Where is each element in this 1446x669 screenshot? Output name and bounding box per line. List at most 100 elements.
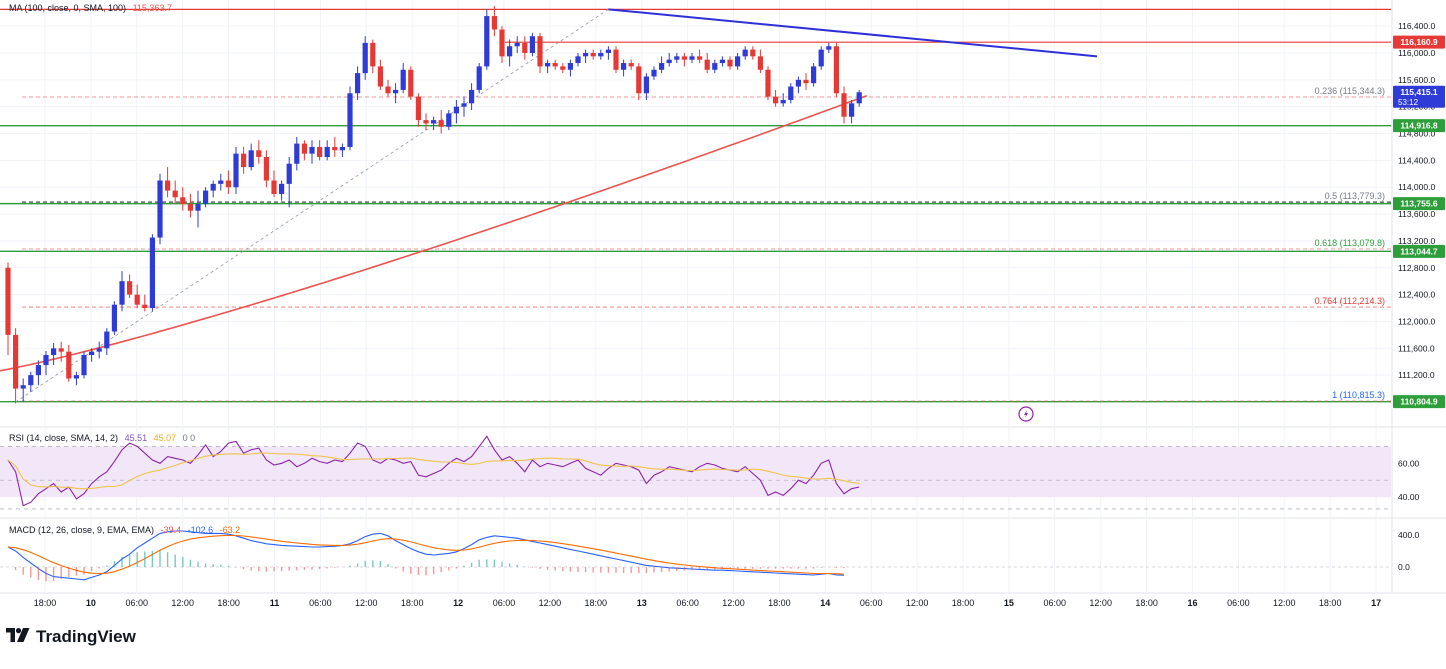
candle-body xyxy=(332,146,338,151)
candle-body xyxy=(712,63,718,70)
candle-body xyxy=(575,56,581,64)
time-tick-label: 12 xyxy=(453,598,463,608)
rsi-band xyxy=(0,446,1391,498)
candle-body xyxy=(719,59,725,64)
rsi-tick-label: 40.00 xyxy=(1398,492,1420,502)
price-tick-label: 113,600.0 xyxy=(1398,209,1435,219)
candle-body xyxy=(643,76,649,94)
price-tag-label: 114,916.8 xyxy=(1400,121,1438,131)
candle-body xyxy=(415,96,421,121)
price-tick-label: 114,000.0 xyxy=(1398,182,1435,192)
time-tick-label: 10 xyxy=(86,598,96,608)
candle-body xyxy=(377,66,383,87)
time-tick-label: 12:00 xyxy=(722,598,745,608)
candle-body xyxy=(203,190,209,204)
candle-body xyxy=(96,348,102,352)
candle-body xyxy=(666,59,672,64)
ma-legend-value: 115,363.7 xyxy=(132,3,172,13)
candle-body xyxy=(841,93,847,117)
candle-body xyxy=(484,16,490,67)
candle-body xyxy=(507,46,513,57)
candle-body xyxy=(773,96,779,104)
candle-body xyxy=(469,89,475,104)
candle-body xyxy=(499,29,505,57)
time-tick-label: 18:00 xyxy=(34,598,57,608)
chart-canvas[interactable]: 18:00 10 06:00 12:00 18:00 11 06:00 12:00 18:00 1… xyxy=(0,0,1446,664)
time-tick-label: 06:00 xyxy=(493,598,516,608)
candle-body xyxy=(309,146,315,154)
candle-body xyxy=(537,36,543,67)
candle-body xyxy=(400,69,406,90)
time-tick-label: 12:00 xyxy=(171,598,194,608)
time-tick-label: 18:00 xyxy=(401,598,424,608)
candle-body xyxy=(765,69,771,97)
candle-body xyxy=(681,56,687,60)
time-tick-label: 06:00 xyxy=(1044,598,1067,608)
candle-body xyxy=(803,79,809,84)
rsi-legend[interactable]: RSI (14, close, SMA, 14, 2) 45.51 45.07 … xyxy=(9,433,199,443)
candle-body xyxy=(408,69,414,97)
candle-body xyxy=(780,99,786,104)
time-tick-label: 18:00 xyxy=(1135,598,1158,608)
chart-root: 18:00 10 06:00 12:00 18:00 11 06:00 12:00 18:00 1… xyxy=(0,0,1446,664)
candle-body xyxy=(210,183,216,191)
candle-body xyxy=(856,92,862,104)
candle-body xyxy=(195,204,201,211)
candle-body xyxy=(385,86,391,94)
moving-average-line xyxy=(0,94,868,372)
candle-body xyxy=(757,56,763,70)
brand-name: TradingView xyxy=(36,627,136,646)
fib-level-label: 0.5 (113,779.3) xyxy=(1325,191,1385,201)
candle-body xyxy=(225,180,231,188)
time-tick-label: 12:00 xyxy=(1089,598,1112,608)
candle-body xyxy=(20,385,26,389)
time-tick-label: 18:00 xyxy=(585,598,608,608)
ma-legend[interactable]: MA (100, close, 0, SMA, 100) 115,363.7 xyxy=(9,3,176,13)
candle-body xyxy=(362,42,368,74)
time-tick-label: 14 xyxy=(820,598,830,608)
candle-body xyxy=(119,281,125,305)
candle-body xyxy=(811,66,817,84)
macd-legend[interactable]: MACD (12, 26, close, 9, EMA, EMA) -39.4 … xyxy=(9,525,244,535)
candle-body xyxy=(81,355,87,376)
candle-body xyxy=(355,73,361,94)
candle-body xyxy=(51,348,57,356)
candle-body xyxy=(317,146,323,158)
candle-body xyxy=(461,103,467,107)
candle-body xyxy=(621,63,627,70)
candle-body xyxy=(89,351,95,356)
time-tick-label: 13 xyxy=(637,598,647,608)
time-tick-label: 12:00 xyxy=(1273,598,1296,608)
candle-body xyxy=(431,120,437,124)
candle-body xyxy=(73,375,79,379)
candle-body xyxy=(529,36,535,53)
candle-body xyxy=(423,120,429,124)
candle-body xyxy=(613,49,619,70)
price-tick-label: 111,600.0 xyxy=(1398,343,1435,353)
rsi-ma-legend-value: 45.07 xyxy=(153,433,177,443)
macd-hist-legend-value: -39.4 xyxy=(160,525,182,535)
price-tick-label: 111,200.0 xyxy=(1398,370,1435,380)
candle-body xyxy=(241,153,247,168)
candle-body xyxy=(453,106,459,114)
candle-body xyxy=(659,63,665,70)
candle-body xyxy=(233,153,239,188)
candle-body xyxy=(476,66,482,90)
time-tick-label: 18:00 xyxy=(768,598,791,608)
price-tag-label: 113,755.6 xyxy=(1400,199,1438,209)
candle-body xyxy=(58,348,64,352)
candle-body xyxy=(598,52,604,57)
tradingview-brand[interactable]: TradingView xyxy=(6,627,136,647)
candle-body xyxy=(750,49,756,57)
price-tick-label: 112,000.0 xyxy=(1398,316,1435,326)
fib-level-label: 0.618 (113,079.8) xyxy=(1315,238,1385,248)
price-tick-label: 112,800.0 xyxy=(1398,263,1435,273)
candle-body xyxy=(43,355,49,366)
candle-body xyxy=(35,365,41,376)
macd-legend-label: MACD (12, 26, close, 9, EMA, EMA) xyxy=(9,525,155,535)
candle-body xyxy=(628,63,634,67)
price-tick-label: 113,200.0 xyxy=(1398,236,1435,246)
time-tick-label: 06:00 xyxy=(860,598,883,608)
time-tick-label: 06:00 xyxy=(126,598,149,608)
fib-level-label: 1 (110,815.3) xyxy=(1332,390,1385,400)
